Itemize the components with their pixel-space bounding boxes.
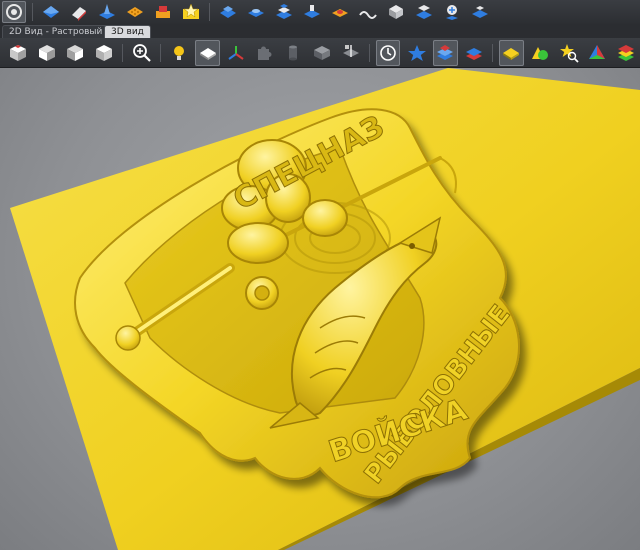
axes-icon[interactable] [224,40,249,66]
relief-model: СПЕЦНАЗ РЫБОЛОВНЫЕ ВОЙСКА [10,68,640,550]
clock-icon[interactable] [375,39,401,66]
search-star-icon[interactable] [556,40,581,66]
layers-red-icon[interactable] [462,40,487,66]
star-icon[interactable] [404,40,429,66]
cube-relief-icon[interactable] [384,1,408,23]
stamp-relief-icon[interactable] [300,1,324,23]
move-relief-icon[interactable] [412,1,436,23]
toolbar-separator [159,43,161,62]
toolbar-separator [492,43,494,62]
view-tabs: 2D Вид - Растровый слой 3D вид [0,24,640,39]
view-iso-icon[interactable] [6,40,31,66]
tab-3d-view[interactable]: 3D вид [104,25,151,39]
pin-relief-icon[interactable] [440,1,464,23]
yellow-plane-icon[interactable] [499,39,524,66]
smooth-relief-icon[interactable] [244,1,268,23]
eraser-icon[interactable] [67,1,91,23]
layered-relief-icon[interactable] [272,1,296,23]
view-front-icon[interactable] [35,40,60,66]
app-window: 2D Вид - Растровый слой 3D вид СПЕЦНАЗ Р… [0,0,640,550]
shapes-icon[interactable] [528,40,553,66]
layers-icon[interactable] [432,39,458,66]
3d-viewport[interactable]: СПЕЦНАЗ РЫБОЛОВНЫЕ ВОЙСКА [0,68,640,550]
light-icon[interactable] [167,40,192,66]
toolbar-separator [122,43,124,62]
star-relief-icon[interactable] [179,1,203,23]
raise-relief-icon[interactable] [216,1,240,23]
box-icon[interactable] [310,40,335,66]
scale-relief-icon[interactable] [468,1,492,23]
flat-relief-icon[interactable] [39,1,63,23]
wave-relief-icon[interactable] [356,1,380,23]
view-side-icon[interactable] [63,40,88,66]
crater-relief-icon[interactable] [328,1,352,23]
section-icon[interactable] [338,40,363,66]
zoom-icon[interactable] [129,40,154,66]
pyramid-icon[interactable] [585,40,610,66]
view-toolbar [0,38,640,68]
toolbar-separator [368,43,370,62]
toolbar-separator [32,3,33,21]
main-toolbar [0,0,640,25]
app-logo-icon[interactable] [2,1,26,23]
view-top-icon[interactable] [92,40,117,66]
texture-relief-icon[interactable] [123,1,147,23]
stack-icon[interactable] [613,40,638,66]
offset-relief-icon[interactable] [151,1,175,23]
toolbar-separator [209,3,210,21]
puzzle-icon[interactable] [253,40,278,66]
cylinder-icon[interactable] [281,40,306,66]
spike-relief-icon[interactable] [95,1,119,23]
fishing-reel [245,276,279,310]
material-plane-icon[interactable] [195,39,220,66]
